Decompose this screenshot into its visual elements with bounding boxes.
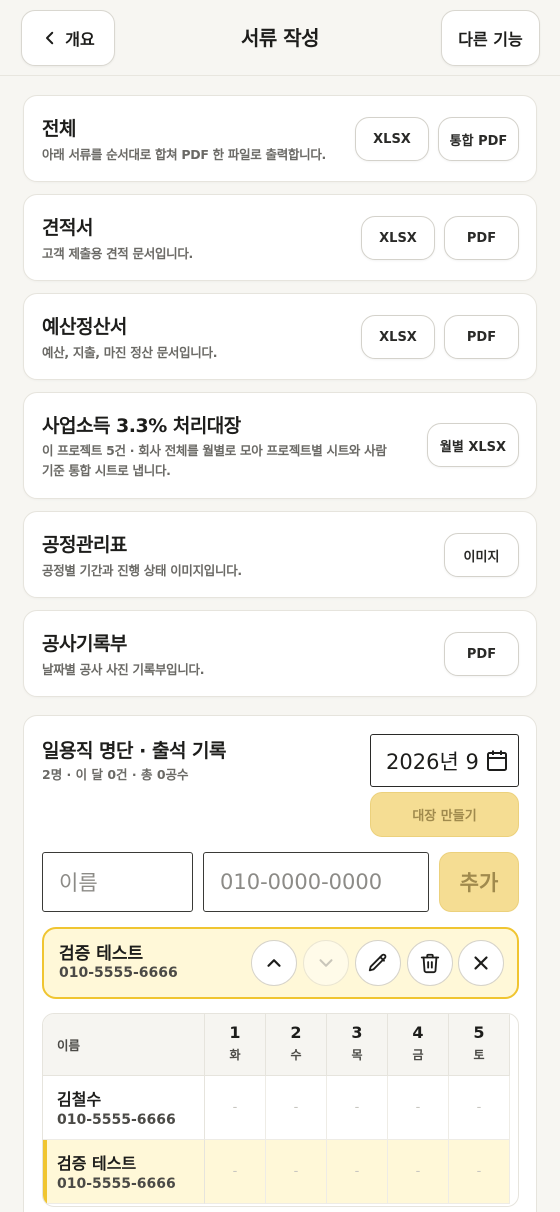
attendance-cell[interactable]: - (205, 1076, 266, 1140)
doc-title: 공사기록부 (42, 633, 127, 655)
doc-title: 전체 (42, 118, 76, 140)
selected-worker-row[interactable]: 검증 테스트 010-5555-6666 (42, 927, 519, 999)
doc-card-schedule: 공정관리표 공정별 기간과 진행 상태 이미지입니다. 이미지 (23, 511, 537, 598)
doc-title: 사업소득 3.3% 처리대장 (42, 415, 241, 437)
move-down-button[interactable] (303, 940, 349, 986)
day-number: 2 (290, 1023, 302, 1042)
worker-name-input[interactable]: 이름 (42, 852, 193, 912)
xlsx-button[interactable]: XLSX (361, 216, 435, 260)
attendance-cell[interactable]: - (327, 1140, 388, 1204)
monthly-xlsx-button[interactable]: 월별 XLSX (427, 423, 519, 467)
attendance-card: 일용직 명단 · 출석 기록 2명 · 이 달 0건 · 총 0공수 2026년… (23, 715, 537, 1212)
worker-phone: 010-5555-6666 (57, 1176, 176, 1192)
month-date-input[interactable]: 2026년 9 (370, 734, 519, 787)
add-worker-button[interactable]: 추가 (439, 852, 519, 912)
day-weekday: 금 (412, 1048, 424, 1062)
attendance-cell[interactable]: - (327, 1076, 388, 1140)
worker-cell[interactable]: 검증 테스트 010-5555-6666 (43, 1140, 205, 1204)
attendance-cell[interactable]: - (266, 1076, 327, 1140)
doc-description: 공정별 기간과 진행 상태 이미지입니다. (42, 563, 242, 578)
attendance-title: 일용직 명단 · 출석 기록 (42, 740, 227, 762)
chevron-up-icon (267, 959, 281, 967)
selected-row-indicator (43, 1140, 47, 1204)
pdf-button[interactable]: PDF (444, 632, 519, 676)
pencil-icon (368, 953, 387, 972)
doc-description: 날짜별 공사 사진 기록부입니다. (42, 662, 205, 677)
doc-title: 예산정산서 (42, 316, 127, 338)
chevron-down-icon (319, 959, 333, 967)
close-icon (474, 956, 488, 970)
attendance-cell[interactable]: - (449, 1076, 510, 1140)
day-number: 5 (473, 1023, 485, 1042)
attendance-cell[interactable]: - (388, 1076, 449, 1140)
doc-description: 예산, 지출, 마진 정산 문서입니다. (42, 345, 218, 360)
worker-phone-input[interactable]: 010-0000-0000 (203, 852, 429, 912)
day-weekday: 수 (290, 1048, 302, 1062)
calendar-icon[interactable] (486, 749, 508, 773)
attendance-cell[interactable]: - (388, 1140, 449, 1204)
doc-description: 아래 서류를 순서대로 합쳐 PDF 한 파일로 출력합니다. (42, 147, 326, 162)
pdf-button[interactable]: PDF (444, 216, 519, 260)
selected-worker-phone: 010-5555-6666 (59, 965, 178, 981)
worker-cell[interactable]: 김철수 010-5555-6666 (43, 1076, 205, 1140)
edit-button[interactable] (355, 940, 401, 986)
doc-description-line-2: 기준 통합 시트로 냅니다. (42, 463, 171, 478)
trash-icon (420, 953, 440, 974)
image-button[interactable]: 이미지 (444, 533, 519, 577)
name-column-header: 이름 (43, 1014, 205, 1076)
doc-title: 견적서 (42, 217, 93, 239)
attendance-cell[interactable]: - (266, 1140, 327, 1204)
xlsx-button[interactable]: XLSX (361, 315, 435, 359)
day-number: 4 (412, 1023, 424, 1042)
attendance-cell[interactable]: - (205, 1140, 266, 1204)
attendance-cell[interactable]: - (449, 1140, 510, 1204)
day-column-header: 1 화 (205, 1014, 266, 1076)
attendance-table: 이름 1 화 2 수 3 목 4 금 5 토 김철수 010-5555-6666… (42, 1013, 519, 1207)
xlsx-button[interactable]: XLSX (355, 117, 429, 161)
doc-card-income-ledger: 사업소득 3.3% 처리대장 이 프로젝트 5건 · 회사 전체를 월별로 모아… (23, 392, 537, 499)
make-ledger-button[interactable]: 대장 만들기 (370, 792, 519, 837)
worker-phone: 010-5555-6666 (57, 1112, 176, 1128)
date-value: 2026년 9 (386, 749, 479, 774)
doc-description-line-1: 이 프로젝트 5건 · 회사 전체를 월별로 모아 프로젝트별 시트와 사람 (42, 443, 387, 458)
doc-description: 고객 제출용 견적 문서입니다. (42, 246, 194, 261)
top-bar: 개요 서류 작성 다른 기능 (0, 0, 560, 76)
worker-name: 검증 테스트 (57, 1154, 137, 1173)
move-up-button[interactable] (251, 940, 297, 986)
day-weekday: 화 (229, 1048, 241, 1062)
day-weekday: 토 (473, 1048, 485, 1062)
selected-worker-name: 검증 테스트 (59, 944, 144, 964)
merged-pdf-button[interactable]: 통합 PDF (438, 117, 519, 161)
doc-title: 공정관리표 (42, 534, 127, 556)
day-column-header: 2 수 (266, 1014, 327, 1076)
pdf-button[interactable]: PDF (444, 315, 519, 359)
attendance-summary: 2명 · 이 달 0건 · 총 0공수 (42, 767, 189, 782)
day-column-header: 5 토 (449, 1014, 510, 1076)
doc-card-construction-log: 공사기록부 날짜별 공사 사진 기록부입니다. PDF (23, 610, 537, 697)
doc-card-estimate: 견적서 고객 제출용 견적 문서입니다. XLSX PDF (23, 194, 537, 281)
delete-button[interactable] (407, 940, 453, 986)
doc-card-budget: 예산정산서 예산, 지출, 마진 정산 문서입니다. XLSX PDF (23, 293, 537, 380)
day-weekday: 목 (351, 1048, 363, 1062)
day-column-header: 3 목 (327, 1014, 388, 1076)
day-column-header: 4 금 (388, 1014, 449, 1076)
day-number: 3 (351, 1023, 363, 1042)
doc-card-all: 전체 아래 서류를 순서대로 합쳐 PDF 한 파일로 출력합니다. XLSX … (23, 95, 537, 182)
day-number: 1 (229, 1023, 241, 1042)
more-features-button[interactable]: 다른 기능 (441, 10, 540, 66)
worker-name: 김철수 (57, 1090, 102, 1109)
close-button[interactable] (458, 940, 504, 986)
